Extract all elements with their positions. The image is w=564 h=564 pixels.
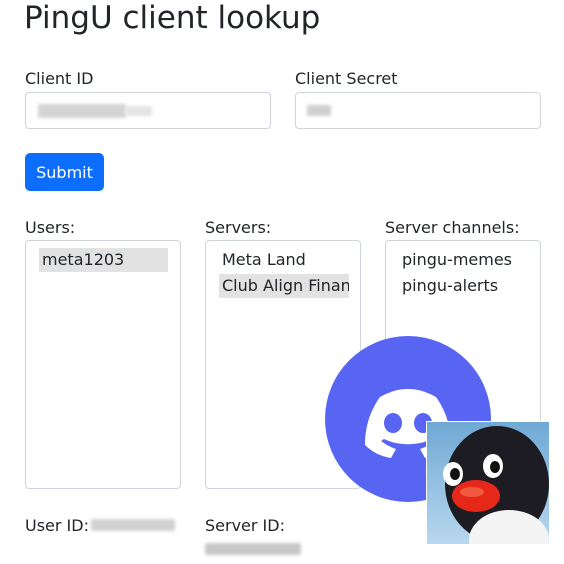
server-option-club-align-financial[interactable]: Club Align Financial [219, 274, 349, 298]
servers-label: Servers: [205, 218, 272, 237]
pingu-avatar [426, 421, 550, 545]
client-secret-label: Client Secret [295, 69, 398, 88]
page-title: PingU client lookup [24, 0, 321, 36]
client-id-input[interactable] [25, 92, 271, 129]
channel-option-pingu-alerts[interactable]: pingu-alerts [399, 274, 529, 298]
client-id-redacted-tail [126, 106, 152, 116]
server-id-redacted-value [205, 543, 301, 555]
client-secret-input[interactable] [295, 92, 541, 129]
user-option-meta1203[interactable]: meta1203 [39, 248, 168, 272]
users-label: Users: [25, 218, 76, 237]
user-id-label: User ID: [25, 516, 89, 535]
channel-option-pingu-memes[interactable]: pingu-memes [399, 248, 529, 272]
client-id-label: Client ID [25, 69, 94, 88]
server-option-meta-land[interactable]: Meta Land [219, 248, 349, 272]
users-list[interactable]: meta1203 [25, 240, 181, 489]
user-id-redacted-value [91, 519, 175, 531]
channels-label: Server channels: [385, 218, 520, 237]
submit-button[interactable]: Submit [25, 153, 104, 191]
client-id-redacted-value [38, 104, 126, 118]
server-id-label: Server ID: [205, 516, 285, 535]
pingu-face-icon [427, 422, 549, 544]
client-secret-redacted-value [307, 105, 331, 116]
lookup-page: PingU client lookup Client ID Client Sec… [0, 0, 564, 564]
